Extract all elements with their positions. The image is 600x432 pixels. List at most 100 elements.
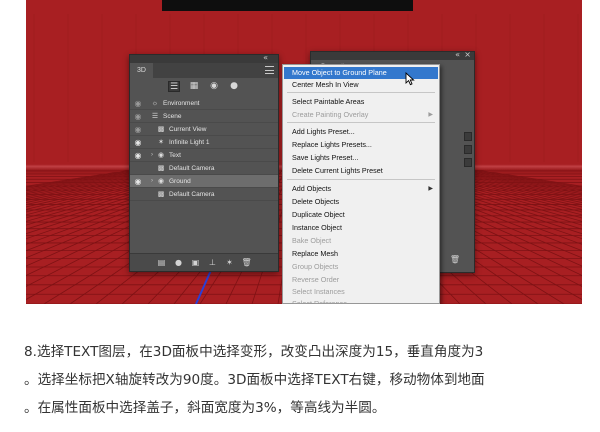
menu-item[interactable]: Bake Object [284,235,438,247]
layer-row[interactable]: ◉ ☰ Scene [130,110,278,123]
visibility-eye-icon[interactable]: ◉ [133,110,143,123]
collapse-icon[interactable]: « [263,53,268,63]
menu-item-label: Delete Objects [292,197,340,206]
layer-row[interactable]: ▩ Default Camera [130,162,278,175]
submenu-arrow-icon: ▶ [428,112,433,118]
visibility-eye-icon[interactable]: ◉ [133,123,143,136]
caption-line-3: 。在属性面板中选择盖子，斜面宽度为3%，等高线为半圆。 [24,400,386,416]
layer-name: Scene [163,113,182,120]
layer-row[interactable]: ◉ › ◉ Ground [130,175,278,188]
mesh-icon: ◉ [157,152,165,159]
layer-name: Ground [169,178,191,185]
expand-arrow-icon[interactable]: › [151,175,153,188]
expand-arrow-icon[interactable]: › [151,149,153,162]
props-input-field[interactable] [464,145,472,154]
menu-item[interactable]: Replace Mesh [284,248,438,260]
layer-row[interactable]: ▩ Default Camera [130,188,278,201]
menu-item-label: Create Painting Overlay [292,110,369,119]
layer-list: ◉ ☼ Environment ◉ ☰ Scene ◉ ▩ Current View ◉ ✶ Infi… [130,97,278,245]
panel-title-strip: « [130,53,278,63]
add-mesh-icon[interactable]: ▤ [157,258,167,268]
props-input-field[interactable] [464,158,472,167]
collapse-icon[interactable]: « [455,50,460,60]
mesh-icon: ◉ [157,178,165,185]
layer-name: Text [169,152,181,159]
menu-item[interactable]: Reverse Order [284,274,438,286]
menu-item[interactable]: Save Lights Preset... [284,152,438,164]
scene-icon: ☰ [151,113,159,120]
camera-icon: ▩ [157,126,165,133]
panel-tabbar: 3D [130,63,278,78]
menu-item[interactable]: Add Lights Preset... [284,126,438,138]
mouse-cursor-icon [405,72,415,86]
menu-item[interactable]: Group Objects [284,261,438,273]
camera-icon: ▩ [157,191,165,198]
add-light-icon[interactable]: ● [174,258,184,268]
layer-name: Default Camera [169,191,215,198]
delete-icon[interactable]: 🗑 [242,258,252,268]
filter-toolbar: ☰ ▦ ◉ ● [130,78,278,95]
menu-separator [287,179,435,180]
environment-icon: ☼ [151,100,159,107]
drop-to-ground-icon[interactable]: ⊥ [208,258,218,268]
render-icon[interactable]: ▣ [191,258,201,268]
menu-item-label: Select Instances [292,287,345,296]
menu-item-label: Instance Object [292,223,342,232]
menu-separator [287,92,435,93]
tab-3d[interactable]: 3D [130,63,153,78]
caption-line-2: 。选择坐标把X轴旋转改为90度。3D面板中选择TEXT右键，移动物体到地面 [24,372,485,388]
menu-separator [287,122,435,123]
visibility-eye-icon[interactable]: ◉ [133,175,143,188]
menu-item[interactable]: Select Reference [284,298,438,304]
mesh-filter-icon[interactable]: ▦ [188,81,200,92]
menu-item-label: Add Lights Preset... [292,127,355,136]
panel-menu-icon[interactable] [265,66,274,74]
camera-icon: ▩ [157,165,165,172]
layer-row[interactable]: ◉ › ◉ Text [130,149,278,162]
infinite-light-icon: ✶ [158,139,164,146]
new-light-icon[interactable]: ✶ [225,258,235,268]
menu-item[interactable]: Delete Current Lights Preset [284,165,438,177]
trash-icon[interactable]: 🗑 [450,255,460,264]
menu-item[interactable]: Instance Object [284,222,438,234]
layer-name: Infinite Light 1 [169,139,210,146]
layer-row[interactable]: ◉ ✶ Infinite Light 1 [130,136,278,149]
layer-name: Current View [169,126,207,133]
menu-item-label: Duplicate Object [292,210,345,219]
menu-item-label: Group Objects [292,262,339,271]
panel-title-strip: « × [311,50,474,60]
material-filter-icon[interactable]: ◉ [208,81,220,92]
scene-filter-icon[interactable]: ☰ [168,81,180,92]
visibility-eye-icon[interactable]: ◉ [133,149,143,162]
props-input-field[interactable] [464,132,472,141]
menu-item[interactable]: Select Instances [284,286,438,298]
photoshop-screenshot: « × Properties 🗑 « 3D ☰ ▦ ◉ ● ◉☼Environm… [26,0,582,304]
menu-item[interactable]: Select Paintable Areas [284,96,438,108]
menu-item[interactable]: Replace Lights Presets... [284,139,438,151]
context-menu: Move Object to Ground Plane Center Mesh I… [282,64,440,304]
menu-item-label: Select Reference [292,299,348,304]
layer-name: Environment [163,100,200,107]
visibility-eye-icon[interactable]: ◉ [133,136,143,149]
light-filter-icon[interactable]: ● [228,81,240,92]
menu-item-label: Move Object to Ground Plane [292,68,387,77]
menu-item-label: Add Objects [292,184,332,193]
menu-item-label: Replace Mesh [292,249,338,258]
menu-item[interactable]: Add Objects ▶ [284,183,438,195]
menu-item-label: Bake Object [292,236,332,245]
menu-item-label: Replace Lights Presets... [292,140,372,149]
tutorial-caption: 8.选择TEXT图层，在3D面板中选择变形，改变凸出深度为15，垂直角度为3 。… [24,338,584,422]
close-icon[interactable]: × [464,50,471,60]
layer-row[interactable]: ◉ ☼ Environment [130,97,278,110]
menu-item-label: Select Paintable Areas [292,97,365,106]
menu-item-label: Center Mesh In View [292,80,359,89]
menu-item-label: Delete Current Lights Preset [292,166,383,175]
panel-3d: « 3D ☰ ▦ ◉ ● ◉ ☼ Environment ◉ ☰ Scene ◉ ▩ Curre… [129,53,279,272]
menu-item[interactable]: Duplicate Object [284,209,438,221]
menu-item[interactable]: Delete Objects [284,196,438,208]
layer-row[interactable]: ◉ ▩ Current View [130,123,278,136]
panel-bottom-toolbar: ▤ ● ▣ ⊥ ✶ 🗑 [130,253,278,271]
submenu-arrow-icon: ▶ [428,186,433,192]
menu-item[interactable]: Create Painting Overlay ▶ [284,109,438,121]
visibility-eye-icon[interactable]: ◉ [133,97,143,110]
